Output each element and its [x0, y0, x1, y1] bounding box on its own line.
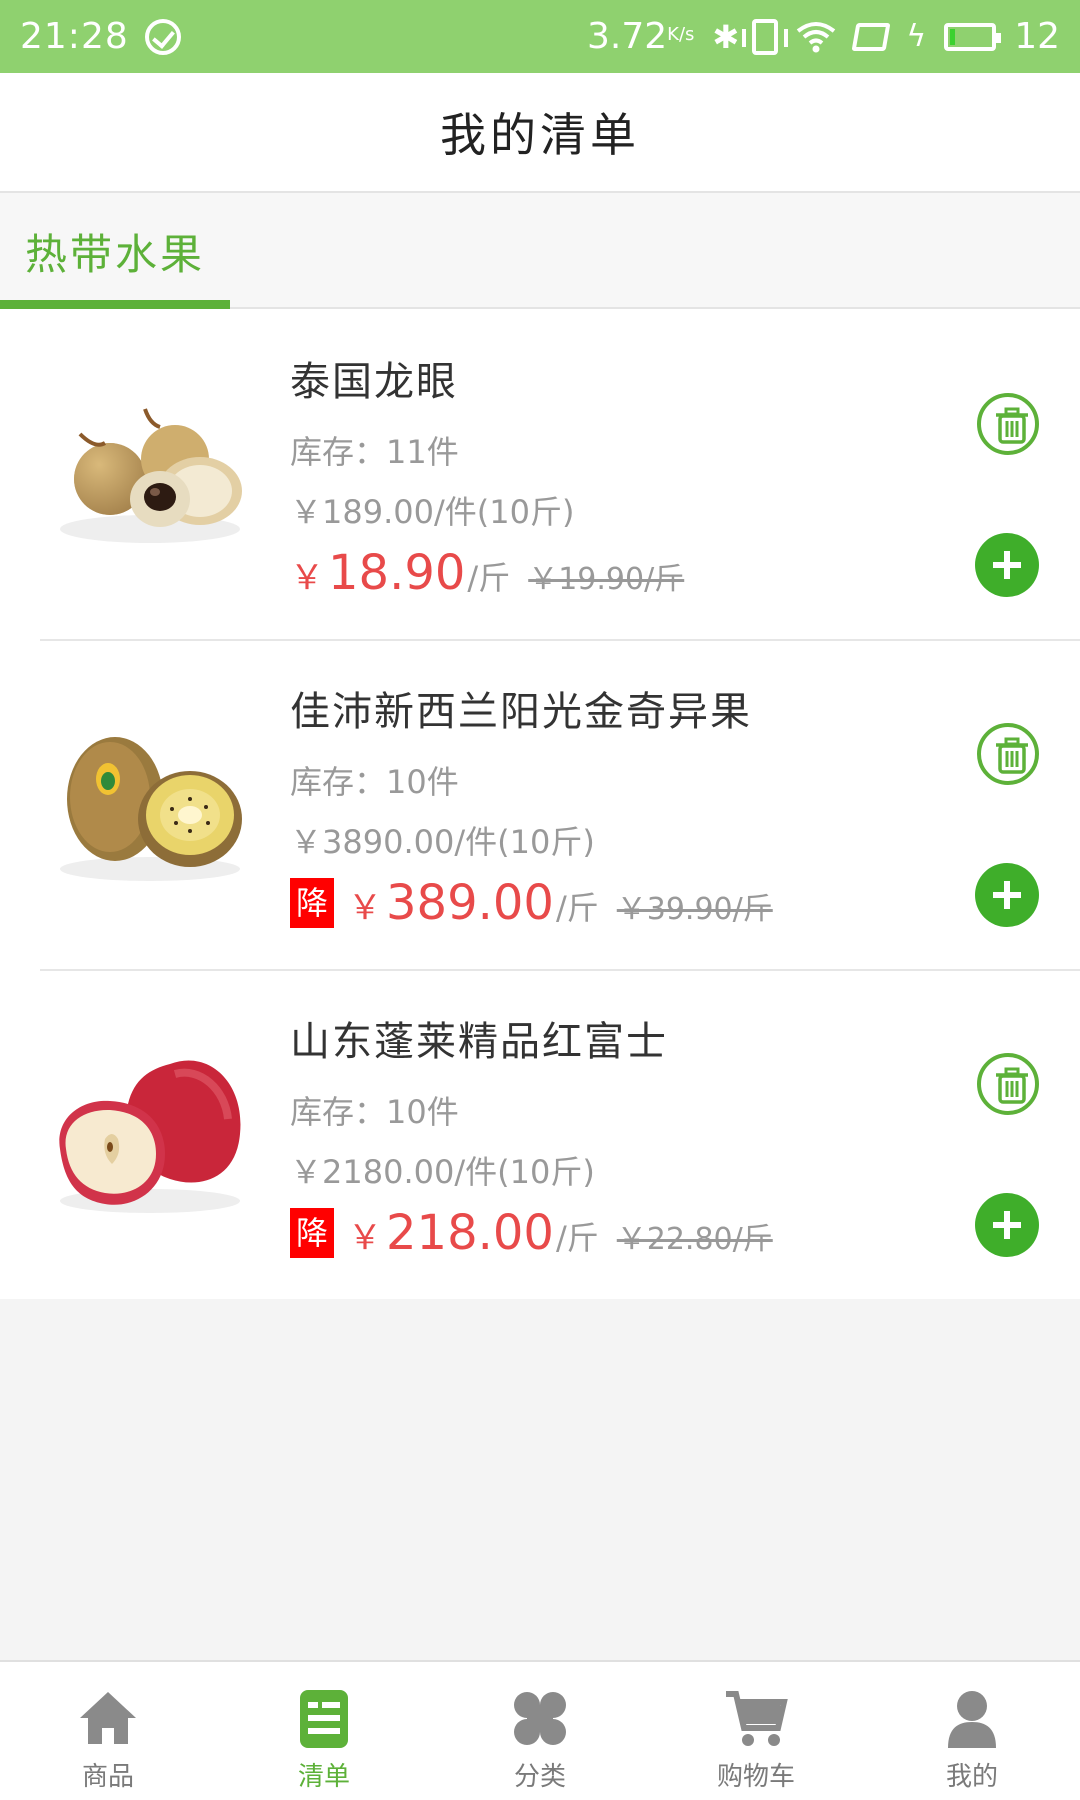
currency-symbol: ￥: [290, 558, 324, 598]
cart-icon: [726, 1691, 788, 1746]
list-item[interactable]: 佳沛新西兰阳光金奇异果 库存：10件 ￥3890.00/件(10斤) 降 ￥ 3…: [0, 639, 1080, 969]
nav-item-cart[interactable]: 购物车: [648, 1662, 864, 1800]
nav-item-me[interactable]: 我的: [864, 1662, 1080, 1800]
page-title: 我的清单: [440, 108, 640, 162]
delete-button[interactable]: [977, 393, 1039, 455]
price-line: ￥ 18.90 /斤 ￥19.90/斤: [290, 545, 684, 601]
trash-icon: [996, 407, 1028, 444]
tab-active-indicator: [0, 300, 230, 309]
charging-icon: ϟ: [906, 19, 927, 54]
product-image-kiwi: [60, 737, 242, 881]
product-list: 泰国龙眼 库存：11件 ￥189.00/件(10斤) ￥ 18.90 /斤 ￥1…: [0, 309, 1080, 1299]
tab-label: 热带水果: [24, 229, 205, 279]
product-unit-price: ￥189.00/件(10斤): [290, 493, 575, 531]
nav-label: 购物车: [716, 1762, 795, 1792]
wifi-icon: [796, 21, 836, 53]
nav-item-list[interactable]: 清单: [216, 1662, 432, 1800]
sim-icon: [851, 22, 891, 51]
price-line: 降 ￥ 389.00 /斤 ￥39.90/斤: [290, 875, 773, 931]
product-name: 山东蓬莱精品红富士: [290, 1019, 668, 1065]
product-unit-price: ￥2180.00/件(10斤): [290, 1153, 595, 1191]
nav-label: 清单: [297, 1762, 350, 1792]
network-speed-unit: K/s: [667, 24, 695, 45]
bluetooth-icon: ✱: [712, 17, 740, 56]
original-price: ￥19.90/斤: [528, 562, 685, 597]
product-stock: 库存：10件: [290, 1093, 459, 1131]
battery-icon: [944, 22, 1002, 51]
bottom-nav: 商品 清单 分类 购物车 我的: [0, 1660, 1080, 1800]
status-time: 21:28: [20, 16, 129, 57]
price-line: 降 ￥ 218.00 /斤 ￥22.80/斤: [290, 1205, 773, 1261]
delete-button[interactable]: [977, 723, 1039, 785]
delete-button[interactable]: [977, 1053, 1039, 1115]
nav-label: 分类: [513, 1762, 566, 1792]
list-item[interactable]: 泰国龙眼 库存：11件 ￥189.00/件(10斤) ￥ 18.90 /斤 ￥1…: [0, 309, 1080, 639]
user-icon: [948, 1691, 996, 1748]
discount-badge: 降: [290, 1208, 334, 1258]
product-stock: 库存：10件: [290, 763, 459, 801]
header: 我的清单: [0, 73, 1080, 193]
list-item[interactable]: 山东蓬莱精品红富士 库存：10件 ￥2180.00/件(10斤) 降 ￥ 218…: [0, 969, 1080, 1299]
status-icons: 3.72K/s ✱ ϟ 12: [587, 16, 1060, 57]
price-unit: /斤: [555, 889, 599, 927]
add-to-cart-button[interactable]: [975, 863, 1039, 927]
vibrate-icon: [742, 18, 789, 55]
price-unit: /斤: [467, 559, 511, 597]
network-speed: 3.72K/s: [586, 16, 695, 57]
status-bar: 21:28 3.72K/s ✱ ϟ 12: [0, 0, 1080, 73]
product-price: 389.00: [386, 875, 554, 931]
original-price: ￥22.80/斤: [616, 1222, 773, 1257]
product-name: 佳沛新西兰阳光金奇异果: [290, 689, 752, 735]
currency-symbol: ￥: [348, 888, 382, 928]
trash-icon: [996, 737, 1028, 774]
nav-item-category[interactable]: 分类: [432, 1662, 648, 1800]
list-icon: [300, 1690, 348, 1748]
nav-item-products[interactable]: 商品: [0, 1662, 216, 1800]
nav-label: 我的: [945, 1762, 998, 1792]
product-price: 18.90: [328, 545, 466, 601]
nav-label: 商品: [81, 1762, 134, 1792]
category-icon: [514, 1692, 566, 1745]
product-stock: 库存：11件: [290, 433, 459, 471]
sync-check-icon: [144, 18, 181, 55]
add-to-cart-button[interactable]: [975, 1193, 1039, 1257]
category-tab-bar: 热带水果: [0, 193, 1080, 309]
product-image-apple: [59, 1060, 241, 1213]
price-unit: /斤: [555, 1219, 599, 1257]
original-price: ￥39.90/斤: [616, 892, 773, 927]
trash-icon: [996, 1067, 1028, 1104]
currency-symbol: ￥: [348, 1218, 382, 1258]
product-price: 218.00: [386, 1205, 554, 1261]
product-image-longan: [60, 408, 242, 543]
product-name: 泰国龙眼: [290, 359, 458, 405]
battery-level: 12: [1014, 16, 1060, 57]
add-to-cart-button[interactable]: [975, 533, 1039, 597]
product-unit-price: ￥3890.00/件(10斤): [290, 823, 595, 861]
home-icon: [80, 1692, 136, 1744]
discount-badge: 降: [290, 878, 334, 928]
tab-tropical-fruit[interactable]: 热带水果: [0, 193, 230, 309]
